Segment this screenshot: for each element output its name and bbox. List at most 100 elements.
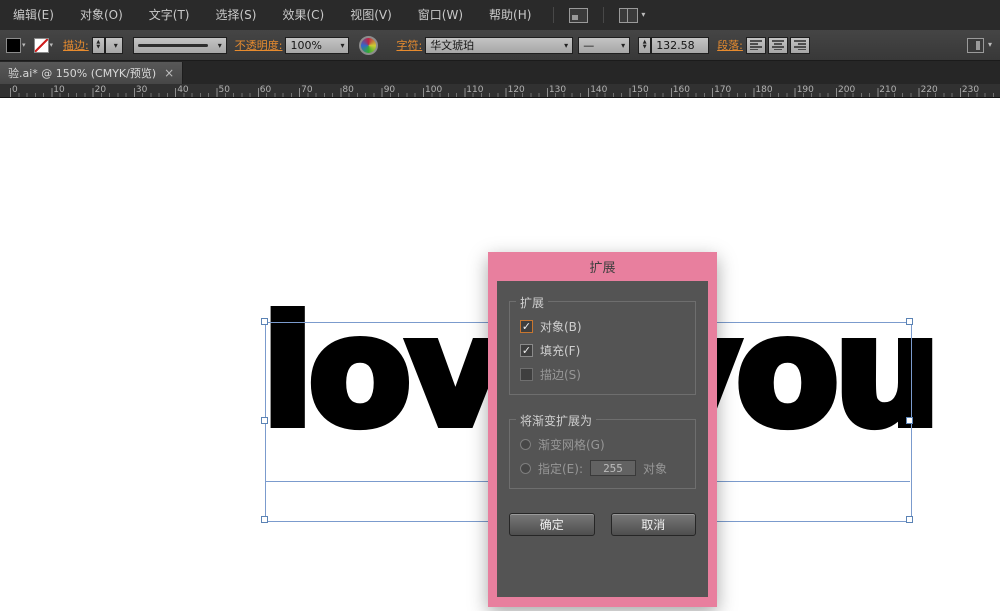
menu-item[interactable]: 编辑(E) — [0, 0, 67, 30]
ruler-tick-label: 180 — [755, 85, 772, 95]
chevron-down-icon: ▾ — [641, 11, 645, 19]
menu-item[interactable]: 对象(O) — [67, 0, 136, 30]
ruler-tick-label: 0 — [12, 85, 18, 95]
menu-items: 编辑(E)对象(O)文字(T)选择(S)效果(C)视图(V)窗口(W)帮助(H) — [0, 0, 544, 30]
selection-handle[interactable] — [261, 417, 268, 424]
expand-options-group: 扩展 ✓ 对象(B) ✓ 填充(F) 描边(S) — [509, 301, 696, 395]
ruler-tick-label: 150 — [632, 85, 649, 95]
menubar-separator — [603, 7, 604, 23]
expand-dialog: 扩展 扩展 ✓ 对象(B) ✓ 填充(F) 描边(S) 将渐变扩展为 — [488, 252, 717, 607]
align-left-button[interactable] — [746, 37, 766, 54]
opacity-label[interactable]: 不透明度: — [235, 37, 283, 53]
fill-dropdown-icon[interactable]: ▾ — [22, 41, 26, 49]
ruler-tick-label: 140 — [590, 85, 607, 95]
selection-handle[interactable] — [261, 318, 268, 325]
stroke-dropdown-icon[interactable]: ▾ — [50, 41, 54, 49]
paragraph-label[interactable]: 段落: — [717, 37, 743, 53]
chevron-down-icon: ▾ — [218, 41, 222, 50]
option-gradient-mesh[interactable]: 渐变网格(G) — [520, 432, 685, 456]
check-icon: ✓ — [522, 345, 531, 356]
dialog-buttons: 确定 取消 — [509, 513, 696, 536]
check-icon: ✓ — [522, 321, 531, 332]
ruler-tick-label: 100 — [425, 85, 442, 95]
checkbox-object[interactable]: ✓ — [520, 320, 533, 333]
font-family-dropdown[interactable]: 华文琥珀 ▾ — [425, 37, 573, 54]
ruler-tick-label: 50 — [219, 85, 230, 95]
align-center-button[interactable] — [768, 37, 788, 54]
option-object[interactable]: ✓ 对象(B) — [520, 314, 685, 338]
arrange-documents-button[interactable]: ▾ — [613, 4, 651, 26]
bridge-icon — [569, 8, 588, 23]
menu-item[interactable]: 效果(C) — [269, 0, 337, 30]
menu-item[interactable]: 视图(V) — [337, 0, 405, 30]
menu-item[interactable]: 文字(T) — [136, 0, 203, 30]
ruler[interactable]: 0102030405060708090100110120130140150160… — [0, 84, 1000, 98]
menubar-separator — [553, 7, 554, 23]
option-stroke[interactable]: 描边(S) — [520, 362, 685, 386]
dialog-body: 扩展 ✓ 对象(B) ✓ 填充(F) 描边(S) 将渐变扩展为 — [497, 281, 708, 597]
go-to-bridge-button[interactable] — [563, 4, 594, 26]
ruler-tick-label: 30 — [136, 85, 147, 95]
group-label: 扩展 — [516, 294, 548, 311]
stroke-weight-dropdown[interactable]: ▾ — [105, 37, 123, 54]
selection-handle[interactable] — [261, 516, 268, 523]
stroke-color-swatch[interactable] — [34, 38, 49, 53]
selection-handle[interactable] — [906, 516, 913, 523]
ruler-tick-label: 110 — [466, 85, 483, 95]
selection-handle[interactable] — [906, 318, 913, 325]
option-fill[interactable]: ✓ 填充(F) — [520, 338, 685, 362]
ruler-tick-label: 210 — [879, 85, 896, 95]
opacity-dropdown[interactable]: 100% ▾ — [285, 37, 349, 54]
fill-color-swatch[interactable] — [6, 38, 21, 53]
align-left-icon — [750, 40, 762, 50]
specify-objects-suffix: 对象 — [643, 460, 667, 477]
option-object-label: 对象(B) — [540, 318, 582, 335]
group-label: 将渐变扩展为 — [516, 412, 596, 429]
panel-toggle-icon[interactable] — [967, 38, 984, 53]
ruler-tick-label: 200 — [838, 85, 855, 95]
menu-item[interactable]: 窗口(W) — [405, 0, 476, 30]
selection-handle[interactable] — [906, 417, 913, 424]
illustrator-window: { "menu": { "items": ["编辑(E)", "对象(O)", … — [0, 0, 1000, 611]
chevron-down-icon[interactable]: ▾ — [988, 41, 992, 49]
dialog-title[interactable]: 扩展 — [488, 252, 717, 281]
ruler-tick-label: 70 — [301, 85, 312, 95]
recolor-artwork-icon[interactable] — [359, 36, 378, 55]
ok-button[interactable]: 确定 — [509, 513, 595, 536]
align-right-icon — [794, 40, 806, 50]
font-size-field[interactable]: 132.58 — [651, 37, 709, 54]
menu-item[interactable]: 帮助(H) — [476, 0, 544, 30]
control-bar: ▾ ▾ 描边: ▲ ▼ ▾ ▾ 不透明度: 100% ▾ 字符: 华文琥珀 ▾ … — [0, 30, 1000, 61]
font-style-dropdown[interactable]: — ▾ — [578, 37, 630, 54]
arrange-documents-icon — [619, 8, 638, 23]
chevron-down-icon: ▾ — [564, 41, 568, 50]
specify-objects-input[interactable] — [590, 460, 636, 476]
chevron-down-icon: ▾ — [340, 41, 344, 50]
checkbox-stroke[interactable] — [520, 368, 533, 381]
option-specify[interactable]: 指定(E): 对象 — [520, 456, 685, 480]
cancel-button[interactable]: 取消 — [611, 513, 697, 536]
checkbox-fill[interactable]: ✓ — [520, 344, 533, 357]
ruler-tick-label: 120 — [508, 85, 525, 95]
stroke-weight-stepper[interactable]: ▲ ▼ — [92, 37, 105, 54]
align-center-icon — [772, 40, 784, 50]
width-profile-dropdown[interactable]: ▾ — [133, 37, 227, 54]
option-fill-label: 填充(F) — [540, 342, 580, 359]
menu-bar: 编辑(E)对象(O)文字(T)选择(S)效果(C)视图(V)窗口(W)帮助(H)… — [0, 0, 1000, 31]
align-right-button[interactable] — [790, 37, 810, 54]
chevron-down-icon: ▾ — [114, 41, 118, 50]
menu-item[interactable]: 选择(S) — [202, 0, 269, 30]
close-icon[interactable]: × — [164, 67, 174, 79]
font-size-stepper[interactable]: ▲ ▼ — [638, 37, 651, 54]
character-label[interactable]: 字符: — [396, 37, 422, 53]
option-gradient-mesh-label: 渐变网格(G) — [538, 436, 605, 453]
radio-gradient-mesh[interactable] — [520, 439, 531, 450]
spinner-down-icon: ▼ — [93, 45, 104, 50]
option-stroke-label: 描边(S) — [540, 366, 581, 383]
stroke-weight-label[interactable]: 描边: — [63, 37, 89, 53]
document-tab-title: 验.ai* @ 150% (CMYK/预览) — [8, 65, 156, 81]
document-tab[interactable]: 验.ai* @ 150% (CMYK/预览) × — [0, 62, 183, 84]
radio-specify[interactable] — [520, 463, 531, 474]
document-tab-bar: 验.ai* @ 150% (CMYK/预览) × — [0, 61, 1000, 85]
font-style-value: — — [583, 39, 594, 52]
